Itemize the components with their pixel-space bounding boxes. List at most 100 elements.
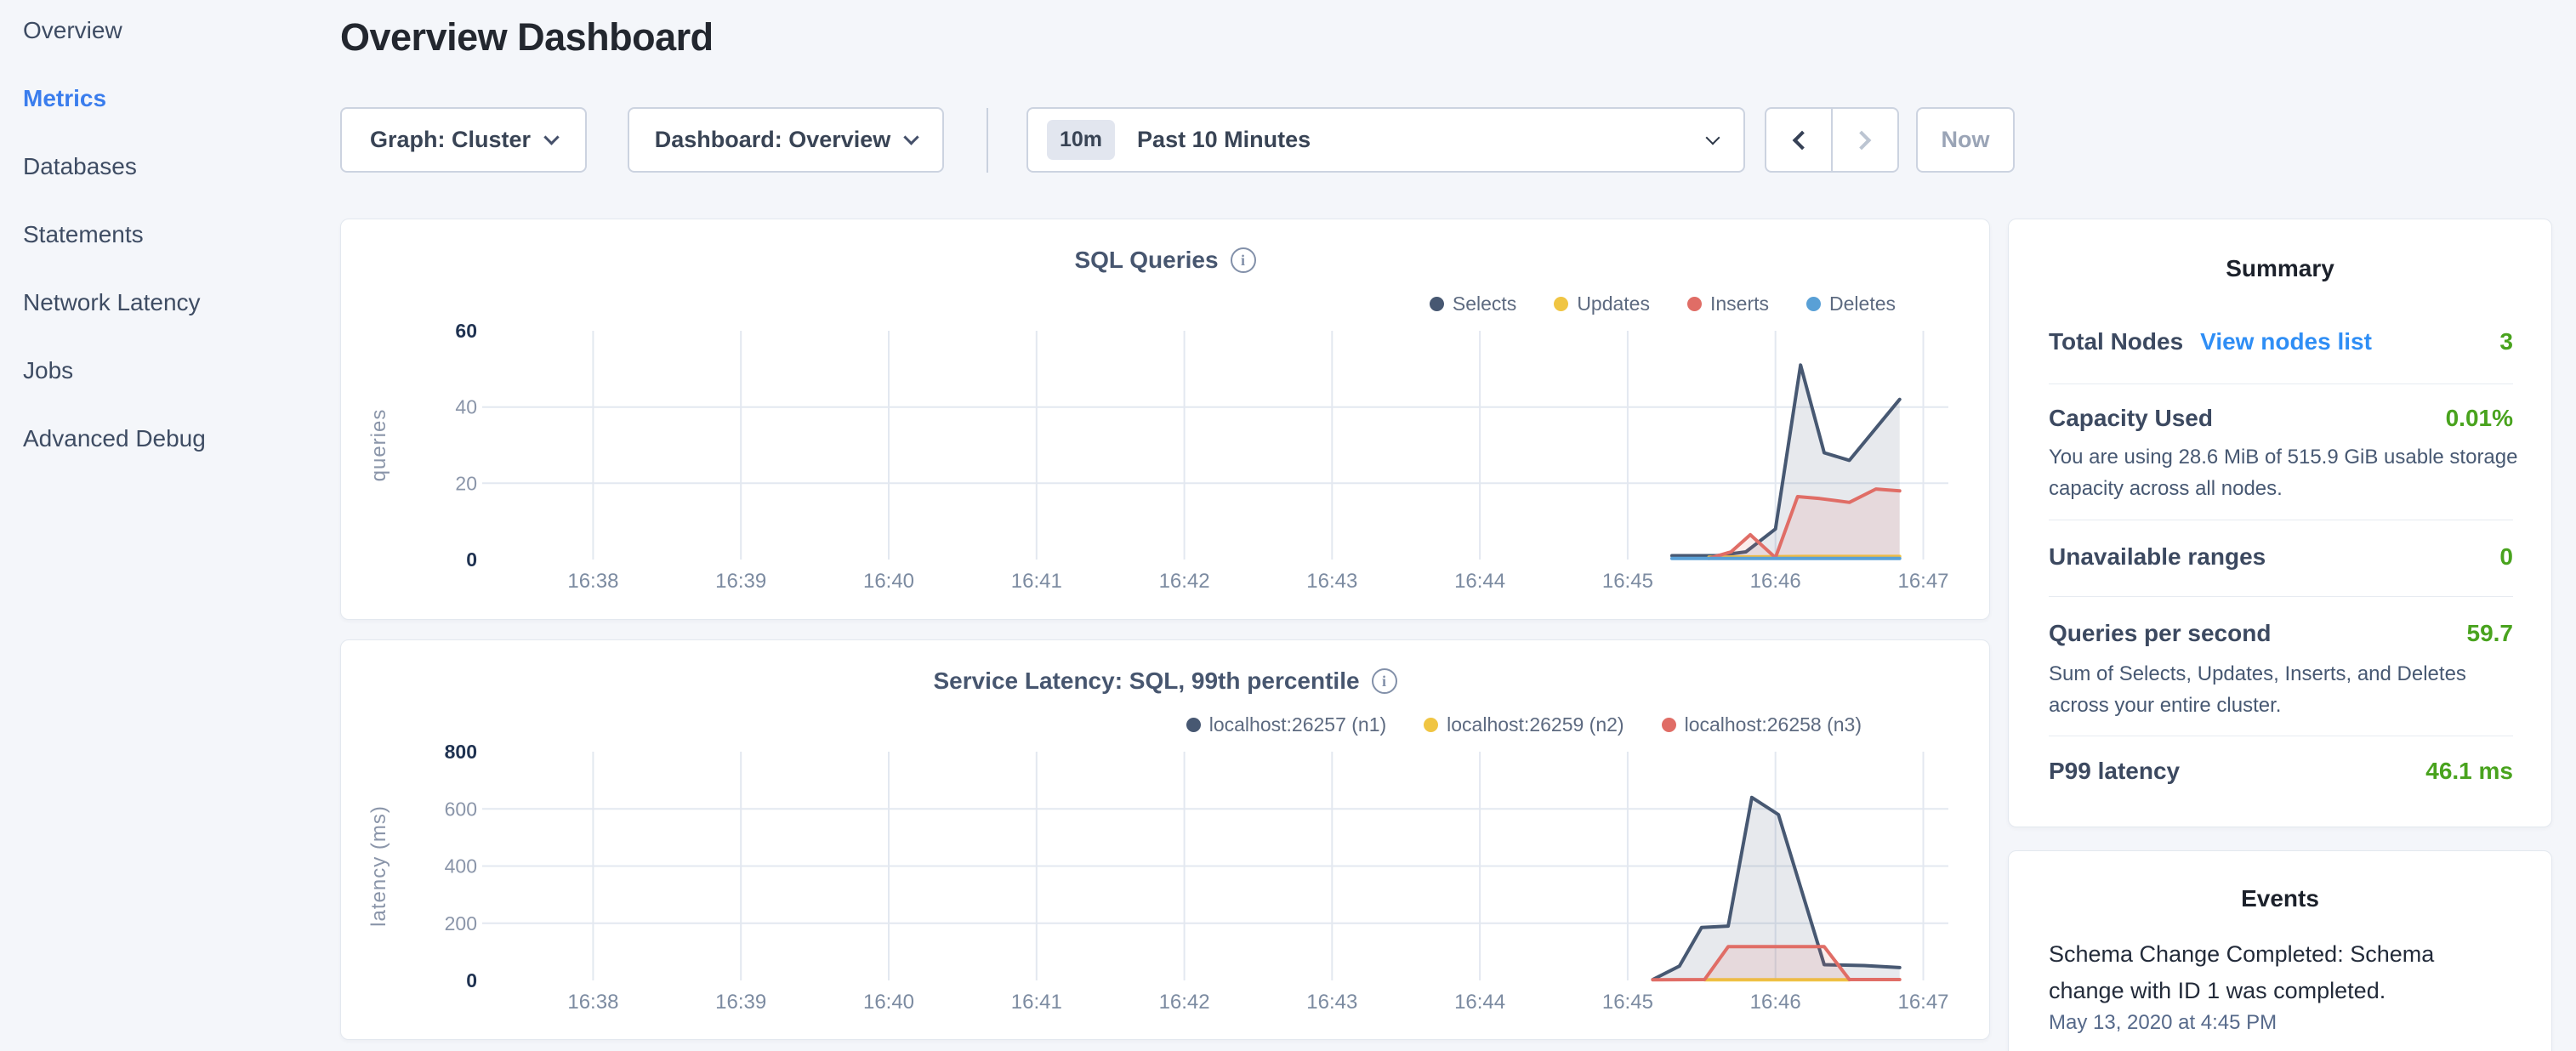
dashboard-dropdown-label: Dashboard: Overview [655,127,891,153]
svg-text:16:38: 16:38 [567,991,618,1014]
summary-row-queries-per-second: Queries per second 59.7 [2049,620,2513,647]
toolbar-divider [987,108,988,173]
sidebar-item-statements[interactable]: Statements [23,221,340,247]
summary-row-total-nodes: Total Nodes View nodes list 3 [2049,328,2513,355]
chart-legend: localhost:26257 (n1) localhost:26259 (n2… [1186,713,1862,736]
summary-row-label: P99 latency [2049,758,2180,785]
svg-text:latency (ms): latency (ms) [367,805,390,927]
legend-label: Deletes [1829,293,1896,315]
legend-item-n2[interactable]: localhost:26259 (n2) [1424,713,1624,736]
view-nodes-list-link[interactable]: View nodes list [2200,328,2372,355]
legend-label: localhost:26257 (n1) [1209,713,1386,736]
summary-row-value: 0.01% [2446,405,2513,432]
time-range-badge: 10m [1047,120,1115,160]
summary-row-label: Queries per second [2049,620,2271,647]
svg-text:800: 800 [445,741,477,763]
info-icon[interactable]: i [1372,668,1397,694]
divider [2049,596,2513,597]
summary-title: Summary [2009,255,2551,282]
svg-text:16:44: 16:44 [1454,991,1505,1014]
svg-text:0: 0 [466,969,477,991]
sidebar-item-overview[interactable]: Overview [23,17,340,43]
graph-scope-dropdown[interactable]: Graph: Cluster [340,107,587,173]
svg-text:16:39: 16:39 [715,991,766,1014]
time-step-back-button[interactable] [1766,109,1831,171]
time-step-buttons [1765,107,1899,173]
legend-item-updates[interactable]: Updates [1554,293,1650,315]
events-panel: Events Schema Change Completed: Schema c… [2008,850,2552,1051]
svg-text:400: 400 [445,855,477,878]
summary-row-p99-latency: P99 latency 46.1 ms [2049,758,2513,785]
page: Overview Metrics Databases Statements Ne… [0,0,2576,1051]
svg-text:16:45: 16:45 [1602,570,1653,593]
svg-text:16:39: 16:39 [715,570,766,593]
legend-dot [1430,297,1444,311]
events-title: Events [2009,885,2551,912]
divider [2049,383,2513,384]
svg-text:200: 200 [445,912,477,935]
svg-text:0: 0 [466,548,477,571]
legend-item-inserts[interactable]: Inserts [1687,293,1769,315]
svg-text:20: 20 [455,472,477,494]
dashboard-dropdown[interactable]: Dashboard: Overview [628,107,944,173]
svg-text:16:42: 16:42 [1159,991,1210,1014]
info-icon[interactable]: i [1231,247,1256,273]
svg-text:16:38: 16:38 [567,570,618,593]
legend-dot [1806,297,1821,311]
legend-dot [1424,718,1438,732]
summary-row-unavailable-ranges: Unavailable ranges 0 [2049,543,2513,571]
legend-label: Selects [1453,293,1516,315]
legend-label: Inserts [1710,293,1769,315]
sidebar-item-advanced-debug[interactable]: Advanced Debug [23,425,340,451]
sql-queries-plot: 16:3816:3916:4016:4116:4216:4316:4416:45… [341,313,1991,602]
service-latency-chart-card: Service Latency: SQL, 99th percentile i … [340,639,1990,1040]
summary-row-value: 0 [2499,543,2513,571]
legend-dot [1687,297,1702,311]
chevron-down-icon [543,129,559,145]
sidebar-item-databases[interactable]: Databases [23,153,340,179]
svg-text:16:40: 16:40 [863,570,914,593]
page-title: Overview Dashboard [340,15,714,60]
svg-text:16:44: 16:44 [1454,570,1505,593]
legend-label: Updates [1577,293,1650,315]
svg-text:60: 60 [455,320,477,342]
summary-row-subtext: You are using 28.6 MiB of 515.9 GiB usab… [2049,441,2518,504]
legend-item-n3[interactable]: localhost:26258 (n3) [1662,713,1862,736]
legend-dot [1662,718,1676,732]
legend-item-selects[interactable]: Selects [1430,293,1516,315]
svg-text:16:46: 16:46 [1750,570,1801,593]
summary-row-value: 59.7 [2467,620,2514,647]
chevron-left-icon [1793,130,1812,150]
legend-item-deletes[interactable]: Deletes [1806,293,1896,315]
time-range-dropdown[interactable]: 10m Past 10 Minutes [1026,107,1745,173]
legend-dot [1554,297,1568,311]
event-timestamp: May 13, 2020 at 4:45 PM [2049,1011,2277,1035]
sidebar-item-jobs[interactable]: Jobs [23,357,340,383]
svg-text:16:47: 16:47 [1897,570,1948,593]
chart-legend: Selects Updates Inserts Deletes [1430,293,1896,315]
summary-row-value: 46.1 ms [2425,758,2513,785]
svg-text:16:46: 16:46 [1750,991,1801,1014]
legend-label: localhost:26258 (n3) [1685,713,1862,736]
service-latency-plot: 16:3816:3916:4016:4116:4216:4316:4416:45… [341,734,1991,1023]
summary-row-subtext: Sum of Selects, Updates, Inserts, and De… [2049,658,2518,721]
legend-item-n1[interactable]: localhost:26257 (n1) [1186,713,1386,736]
svg-text:16:41: 16:41 [1011,570,1062,593]
svg-text:40: 40 [455,396,477,418]
event-message[interactable]: Schema Change Completed: Schema change w… [2049,936,2512,1009]
svg-text:16:40: 16:40 [863,991,914,1014]
sidebar: Overview Metrics Databases Statements Ne… [0,0,340,1051]
summary-row-label: Unavailable ranges [2049,543,2266,571]
now-button[interactable]: Now [1916,107,2015,173]
summary-panel: Summary Total Nodes View nodes list 3 Ca… [2008,219,2552,827]
svg-text:16:43: 16:43 [1306,991,1357,1014]
sql-queries-chart-card: SQL Queries i Selects Updates Inserts De… [340,219,1990,620]
sidebar-item-network-latency[interactable]: Network Latency [23,289,340,315]
time-step-forward-button[interactable] [1831,109,1897,171]
chevron-down-icon [904,129,919,145]
sidebar-item-metrics[interactable]: Metrics [23,85,340,111]
summary-row-capacity-used: Capacity Used 0.01% [2049,405,2513,432]
chart-title: Service Latency: SQL, 99th percentile [933,668,1359,695]
legend-label: localhost:26259 (n2) [1447,713,1624,736]
chart-title: SQL Queries [1074,247,1218,274]
